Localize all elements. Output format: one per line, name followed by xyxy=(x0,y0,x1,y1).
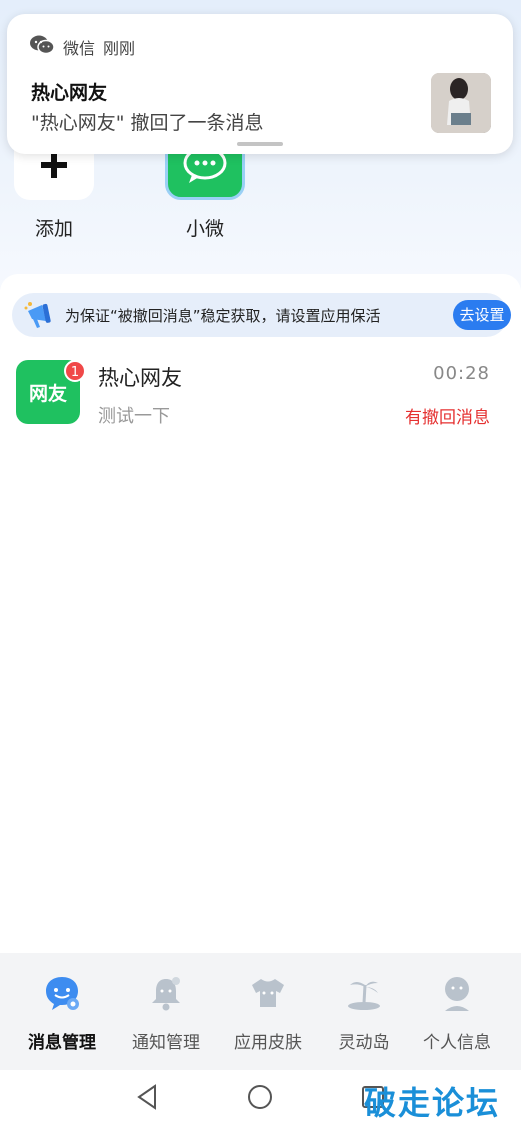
notification-title: 热心网友 xyxy=(31,82,108,104)
chat-name: 热心网友 xyxy=(98,366,182,390)
back-icon[interactable] xyxy=(133,1082,163,1112)
unread-badge: 1 xyxy=(64,360,86,382)
nav-item-dynamic-island[interactable]: 灵动岛 xyxy=(312,953,416,1070)
notification-app-name: 微信 xyxy=(63,39,96,58)
keepalive-banner[interactable]: 为保证“被撤回消息”稳定获取，请设置应用保活 去设置 xyxy=(12,293,511,337)
person-icon xyxy=(437,973,477,1013)
nav-label: 个人信息 xyxy=(423,1033,491,1053)
island-icon xyxy=(344,973,384,1013)
recalled-status: 有撤回消息 xyxy=(405,408,490,428)
app-label: 小微 xyxy=(185,218,224,240)
wechat-icon xyxy=(29,34,55,60)
chat-list-item[interactable]: 网友 1 热心网友 00:28 测试一下 有撤回消息 xyxy=(0,355,521,435)
bell-icon xyxy=(146,973,186,1013)
nav-item-skins[interactable]: 应用皮肤 xyxy=(216,953,320,1070)
bottom-navigation: 消息管理 通知管理 应用皮肤 灵动岛 个人信息 xyxy=(0,953,521,1070)
chat-time: 00:28 xyxy=(433,363,490,384)
app-label: 添加 xyxy=(34,218,73,240)
home-icon[interactable] xyxy=(245,1082,275,1112)
nav-label: 应用皮肤 xyxy=(234,1033,302,1053)
nav-label: 灵动岛 xyxy=(338,1033,390,1053)
nav-label: 消息管理 xyxy=(28,1033,96,1053)
chat-preview: 测试一下 xyxy=(98,406,170,427)
keepalive-settings-button[interactable]: 去设置 xyxy=(453,300,511,330)
nav-item-notifications[interactable]: 通知管理 xyxy=(114,953,218,1070)
notification-banner[interactable]: 微信 刚刚 热心网友 "热心网友" 撤回了一条消息 xyxy=(7,14,513,154)
watermark-text: 破走论坛 xyxy=(364,1084,501,1122)
megaphone-icon xyxy=(24,299,58,335)
notification-header: 微信 刚刚 xyxy=(29,34,135,60)
notification-body: "热心网友" 撤回了一条消息 xyxy=(31,112,264,134)
nav-item-messages[interactable]: 消息管理 xyxy=(10,953,114,1070)
notification-image xyxy=(431,73,491,133)
nav-label: 通知管理 xyxy=(132,1033,200,1053)
keepalive-text: 为保证“被撤回消息”稳定获取，请设置应用保活 xyxy=(65,307,381,325)
message-icon xyxy=(42,973,82,1013)
nav-item-profile[interactable]: 个人信息 xyxy=(405,953,509,1070)
notification-time: 刚刚 xyxy=(103,39,136,58)
tshirt-icon xyxy=(248,973,288,1013)
notification-drag-handle[interactable] xyxy=(237,142,283,146)
